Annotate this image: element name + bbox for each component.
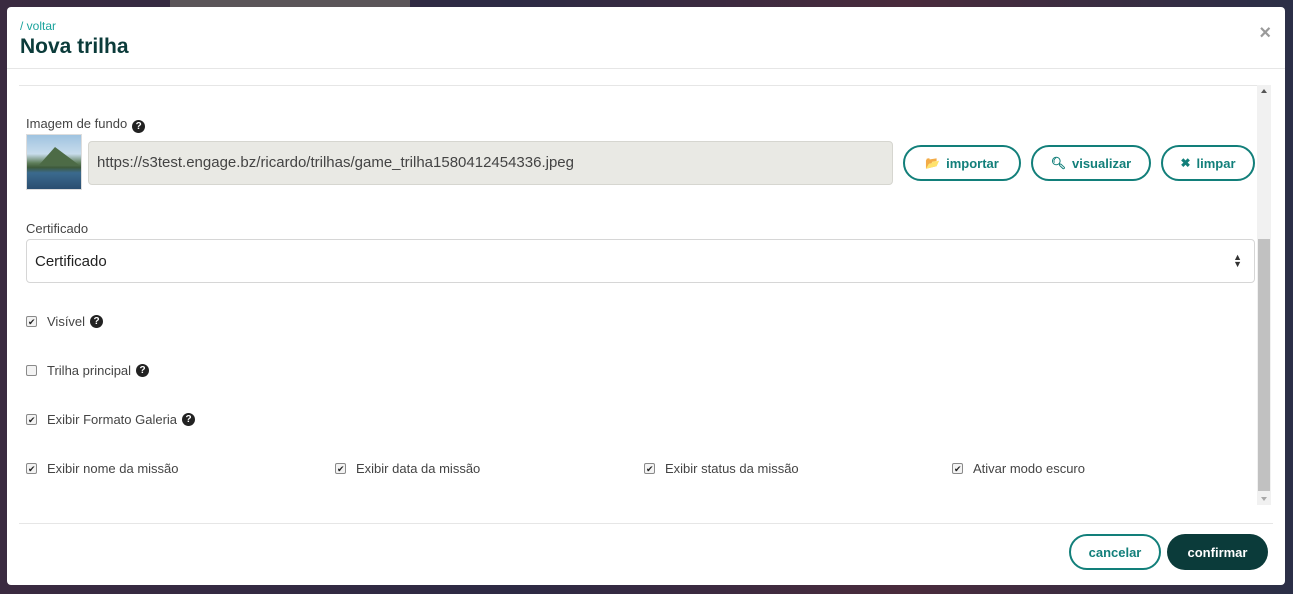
show-mission-status-label: Exibir status da missão: [665, 461, 799, 476]
body-scrollbar[interactable]: [1257, 85, 1271, 505]
modal-title: Nova trilha: [20, 35, 129, 58]
search-icon: 🔍︎: [1050, 156, 1066, 170]
certificate-selected-value: Certificado: [35, 253, 107, 270]
help-icon[interactable]: ?: [132, 120, 146, 133]
thumbnail-mountain-shape: [39, 147, 79, 165]
main-track-label: Trilha principal: [47, 363, 132, 378]
show-mission-name-option[interactable]: Exibir nome da missão: [26, 461, 179, 476]
gallery-label: Exibir Formato Galeria: [47, 412, 178, 427]
help-icon[interactable]: ?: [90, 315, 104, 328]
dark-mode-label: Ativar modo escuro: [973, 461, 1085, 476]
background-image-thumbnail: [26, 134, 82, 190]
show-mission-date-checkbox[interactable]: [335, 463, 346, 474]
scroll-down-arrow-icon[interactable]: [1261, 497, 1267, 501]
show-mission-status-option[interactable]: Exibir status da missão: [644, 461, 799, 476]
visible-checkbox[interactable]: [26, 316, 37, 327]
gallery-option[interactable]: Exibir Formato Galeria ?: [26, 412, 196, 427]
view-button-label: visualizar: [1071, 155, 1132, 171]
close-icon[interactable]: ×: [1259, 23, 1271, 43]
select-arrows-icon: ▲ ▼: [1233, 252, 1242, 269]
clear-button-label: limpar: [1196, 155, 1236, 171]
view-button[interactable]: 🔍︎ visualizar: [1031, 145, 1151, 181]
background-image-label-text: Imagem de fundo: [26, 116, 128, 131]
show-mission-date-label: Exibir data da missão: [356, 461, 481, 476]
modal-header: / voltar Nova trilha ×: [7, 7, 1285, 69]
clear-button[interactable]: ✖ limpar: [1161, 145, 1255, 181]
import-button-label: importar: [946, 155, 999, 171]
scroll-up-arrow-icon[interactable]: [1261, 89, 1267, 93]
show-mission-status-checkbox[interactable]: [644, 463, 655, 474]
dark-mode-checkbox[interactable]: [952, 463, 963, 474]
certificate-label: Certificado: [26, 221, 89, 236]
show-mission-date-option[interactable]: Exibir data da missão: [335, 461, 480, 476]
dark-mode-option[interactable]: Ativar modo escuro: [952, 461, 1085, 476]
visible-option[interactable]: Visível ?: [26, 314, 104, 329]
scroll-thumb[interactable]: [1258, 239, 1270, 491]
times-icon: ✖: [1180, 156, 1191, 170]
certificate-select[interactable]: Certificado ▲ ▼: [26, 239, 1255, 283]
import-button[interactable]: 📂 importar: [903, 145, 1021, 181]
new-track-modal: / voltar Nova trilha × Imagem de fundo? …: [7, 7, 1285, 585]
visible-label: Visível: [47, 314, 86, 329]
modal-footer-divider: [19, 523, 1273, 524]
folder-open-icon: 📂: [925, 156, 941, 170]
confirm-button[interactable]: confirmar: [1167, 534, 1268, 570]
back-link[interactable]: / voltar: [20, 19, 56, 33]
show-mission-name-label: Exibir nome da missão: [47, 461, 179, 476]
background-image-label: Imagem de fundo?: [26, 116, 146, 133]
cancel-button[interactable]: cancelar: [1069, 534, 1161, 570]
background-image-url-field[interactable]: https://s3test.engage.bz/ricardo/trilhas…: [88, 141, 893, 185]
main-track-option[interactable]: Trilha principal ?: [26, 363, 150, 378]
gallery-checkbox[interactable]: [26, 414, 37, 425]
help-icon[interactable]: ?: [182, 413, 196, 426]
modal-body: Imagem de fundo? https://s3test.engage.b…: [19, 85, 1271, 505]
main-track-checkbox[interactable]: [26, 365, 37, 376]
show-mission-name-checkbox[interactable]: [26, 463, 37, 474]
help-icon[interactable]: ?: [136, 364, 150, 377]
